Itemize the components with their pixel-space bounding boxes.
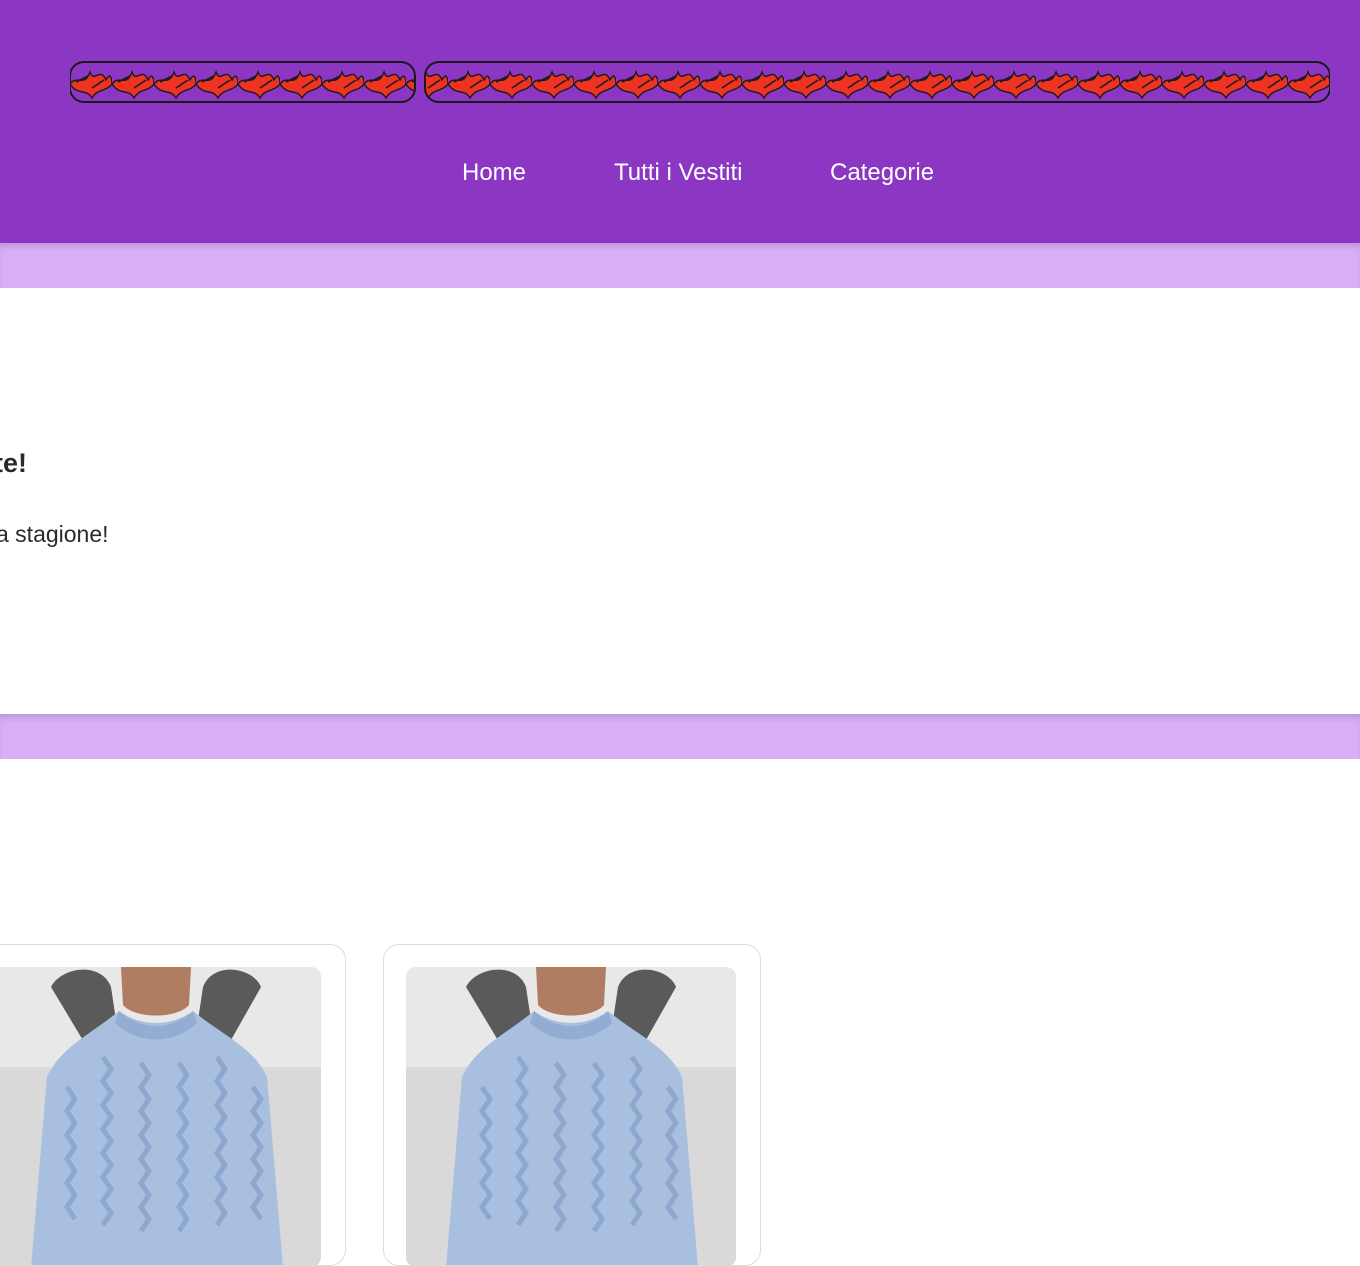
sweater-photo [0, 967, 321, 1265]
divider-band-bottom [0, 714, 1360, 759]
hero-title: te! [0, 448, 27, 478]
site-header: Home Tutti i Vestiti Categorie [0, 0, 1360, 243]
hero-subtitle: a stagione! [0, 521, 109, 547]
product-image[interactable] [0, 967, 321, 1265]
product-image[interactable] [406, 967, 736, 1265]
flame-logo-graphic [70, 61, 1330, 103]
product-card[interactable] [383, 944, 761, 1266]
nav-link-tutti-i-vestiti[interactable]: Tutti i Vestiti [614, 158, 742, 188]
nav-link-home[interactable]: Home [462, 158, 526, 188]
main-nav: Home Tutti i Vestiti Categorie [0, 158, 1360, 188]
sweater-photo [406, 967, 736, 1265]
divider-band-top [0, 243, 1360, 288]
nav-link-categorie[interactable]: Categorie [830, 158, 934, 188]
site-logo[interactable] [70, 58, 1330, 106]
product-card[interactable] [0, 944, 346, 1266]
